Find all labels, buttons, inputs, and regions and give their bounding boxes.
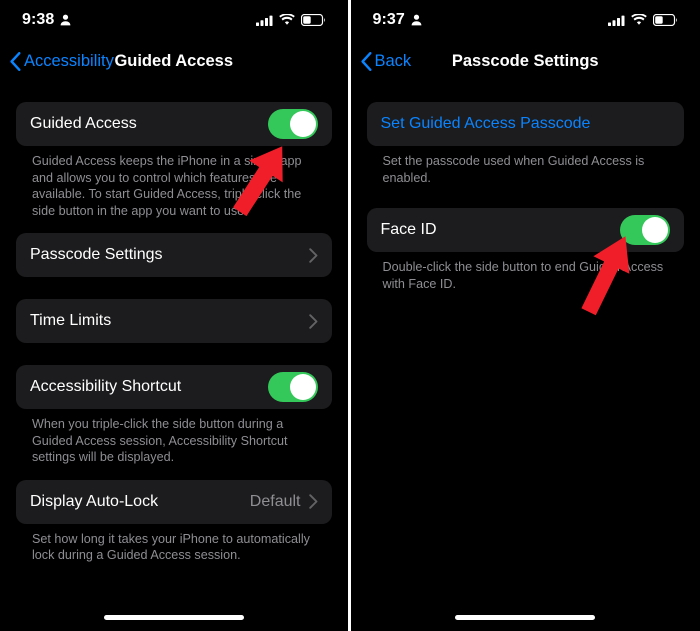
right-phone-screen: 9:37 Back Passcode Settings Set Guided A… bbox=[350, 0, 700, 631]
face-id-toggle[interactable] bbox=[620, 215, 670, 245]
chevron-right-icon bbox=[308, 494, 318, 509]
passcode-settings-row[interactable]: Passcode Settings bbox=[16, 233, 332, 277]
accessibility-shortcut-row[interactable]: Accessibility Shortcut bbox=[16, 365, 332, 409]
back-button-label: Back bbox=[374, 51, 412, 70]
display-auto-lock-row[interactable]: Display Auto-Lock Default bbox=[16, 480, 332, 524]
toggle-knob bbox=[289, 111, 316, 137]
status-bar-left: 9:38 bbox=[22, 11, 71, 29]
toggle-knob bbox=[642, 217, 668, 243]
battery-icon bbox=[653, 14, 678, 26]
back-button-label: Accessibility bbox=[24, 51, 114, 70]
guided-access-card: Guided Access bbox=[16, 102, 332, 146]
top-spacer bbox=[16, 82, 332, 102]
top-spacer bbox=[367, 82, 685, 102]
guided-access-row[interactable]: Guided Access bbox=[16, 102, 332, 146]
wifi-icon bbox=[631, 14, 647, 26]
display-auto-lock-value: Default bbox=[249, 492, 301, 510]
accessibility-shortcut-footnote: When you triple-click the side button du… bbox=[32, 417, 288, 464]
status-bar-left: 9:37 bbox=[373, 11, 422, 29]
set-passcode-footnote: Set the passcode used when Guided Access… bbox=[382, 154, 645, 185]
chevron-right-icon bbox=[308, 247, 318, 263]
face-id-footnote: Double-click the side button to end Guid… bbox=[382, 260, 664, 291]
navigation-bar: Accessibility Guided Access bbox=[0, 40, 348, 82]
back-button-accessibility[interactable]: Accessibility bbox=[0, 51, 114, 71]
passcode-settings-card: Passcode Settings bbox=[16, 233, 332, 277]
left-phone-screen: 9:38 Accessibility Guided Access Guided … bbox=[0, 0, 348, 631]
chevron-right-icon bbox=[308, 313, 318, 329]
set-passcode-row[interactable]: Set Guided Access Passcode bbox=[367, 102, 685, 146]
accessibility-shortcut-label: Accessibility Shortcut bbox=[30, 378, 182, 395]
time-limits-label: Time Limits bbox=[30, 312, 112, 329]
cellular-bars-icon bbox=[255, 15, 273, 26]
face-id-card: Face ID bbox=[366, 208, 685, 252]
accessibility-shortcut-card: Accessibility Shortcut bbox=[16, 365, 332, 409]
chevron-left-icon bbox=[10, 51, 21, 71]
person-icon bbox=[411, 14, 422, 26]
guided-access-toggle[interactable] bbox=[267, 109, 318, 139]
display-auto-lock-label: Display Auto-Lock bbox=[30, 492, 159, 510]
person-icon bbox=[60, 14, 71, 26]
cellular-bars-icon bbox=[608, 15, 625, 26]
toggle-knob bbox=[289, 374, 316, 400]
settings-list: Set Guided Access Passcode Set the passc… bbox=[351, 82, 700, 292]
time-limits-row[interactable]: Time Limits bbox=[16, 299, 332, 343]
home-indicator bbox=[455, 615, 596, 620]
status-bar: 9:38 bbox=[0, 0, 348, 40]
home-indicator bbox=[103, 615, 244, 620]
display-auto-lock-card: Display Auto-Lock Default bbox=[16, 479, 332, 524]
navigation-bar: Back Passcode Settings bbox=[351, 40, 700, 82]
accessibility-shortcut-toggle[interactable] bbox=[267, 372, 318, 402]
face-id-label: Face ID bbox=[380, 221, 437, 238]
back-button[interactable]: Back bbox=[351, 51, 412, 71]
display-auto-lock-right: Default bbox=[250, 493, 318, 511]
status-time: 9:37 bbox=[372, 11, 405, 28]
battery-icon bbox=[300, 14, 326, 26]
guided-access-label: Guided Access bbox=[30, 115, 137, 132]
wifi-icon bbox=[278, 14, 295, 26]
chevron-left-icon bbox=[360, 51, 372, 71]
display-auto-lock-footnote: Set how long it takes your iPhone to aut… bbox=[32, 531, 310, 563]
set-passcode-card: Set Guided Access Passcode bbox=[366, 102, 685, 146]
time-limits-card: Time Limits bbox=[16, 299, 332, 343]
status-bar-right bbox=[255, 14, 326, 26]
passcode-settings-label: Passcode Settings bbox=[30, 246, 163, 263]
guided-access-footnote: Guided Access keeps the iPhone in a sing… bbox=[32, 154, 302, 218]
face-id-row[interactable]: Face ID bbox=[367, 208, 685, 252]
dual-screenshot-container: 9:38 Accessibility Guided Access Guided … bbox=[0, 0, 700, 631]
status-time: 9:38 bbox=[22, 11, 55, 28]
set-passcode-label: Set Guided Access Passcode bbox=[380, 115, 591, 132]
settings-list: Guided Access Guided Access keeps the iP… bbox=[0, 82, 348, 564]
status-bar: 9:37 bbox=[351, 0, 700, 40]
status-bar-right bbox=[608, 14, 678, 26]
